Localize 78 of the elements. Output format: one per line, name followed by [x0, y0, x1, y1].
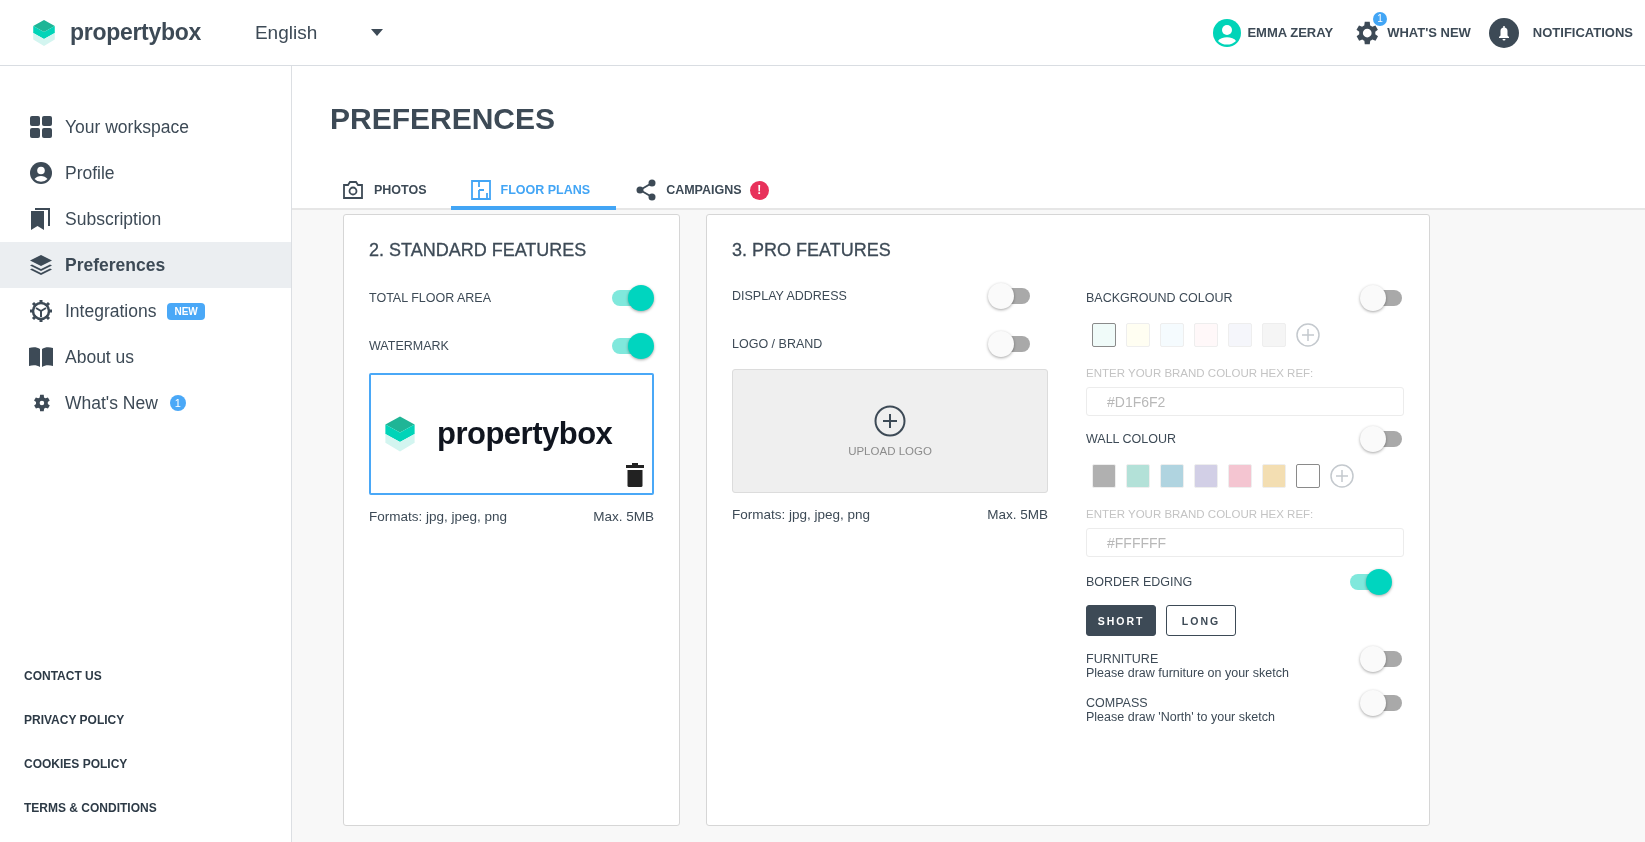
sidebar-item[interactable]: Your workspace	[0, 104, 291, 150]
book-icon	[29, 347, 53, 367]
count-badge: 1	[1373, 11, 1388, 26]
toggle-switch[interactable]	[610, 333, 654, 359]
footer-link[interactable]: COOKIES POLICY	[0, 742, 291, 786]
toggle-switch[interactable]	[1348, 569, 1392, 595]
option-button[interactable]: LONG	[1166, 605, 1236, 636]
logo-text: propertybox	[70, 19, 201, 46]
sidebar-item[interactable]: Subscription	[0, 196, 291, 242]
count-badge: 1	[169, 395, 186, 411]
footer-link[interactable]: PRIVACY POLICY	[0, 698, 291, 742]
card-title: 2. STANDARD FEATURES	[369, 240, 588, 261]
add-icon[interactable]	[1330, 464, 1354, 488]
layers-icon	[29, 255, 53, 275]
formats-text: Formats: jpg, jpeg, png	[732, 507, 871, 522]
camera-icon	[342, 180, 364, 200]
tab[interactable]: CAMPAIGNS !	[624, 174, 785, 210]
toggle-label: TOTAL FLOOR AREA	[369, 291, 492, 305]
page-title: PREFERENCES	[330, 102, 557, 136]
caret-icon	[370, 29, 383, 36]
logo-icon	[30, 18, 58, 47]
notifications-link[interactable]: NOTIFICATIONS	[1532, 25, 1633, 40]
toggle-switch[interactable]	[1360, 690, 1404, 716]
description-text: Please draw furniture on your sketch	[1086, 666, 1290, 680]
gear-icon	[29, 300, 53, 322]
footer-link[interactable]: CONTACT US	[0, 654, 291, 698]
add-icon[interactable]	[1296, 323, 1320, 347]
sidebar-label[interactable]: Profile	[65, 162, 115, 184]
max-size-text: Max. 5MB	[593, 509, 654, 524]
bookmark-icon	[29, 208, 53, 230]
field-label: ENTER YOUR BRAND COLOUR HEX REF:	[1086, 508, 1315, 520]
toggle-label: WALL COLOUR	[1086, 432, 1177, 446]
whats-new-link[interactable]: WHAT'S NEW	[1387, 25, 1471, 40]
toggle-label: BORDER EDGING	[1086, 575, 1193, 589]
sidebar-label[interactable]: Your workspace	[65, 116, 189, 138]
sidebar-label[interactable]: About us	[65, 346, 135, 368]
toggle-label: FURNITURE	[1086, 652, 1159, 666]
toggle-label: LOGO / BRAND	[732, 337, 823, 351]
logo-text: propertybox	[437, 416, 613, 452]
option-button[interactable]: SHORT	[1086, 605, 1156, 636]
sidebar-label[interactable]: What's New	[65, 392, 158, 414]
field-label: ENTER YOUR BRAND COLOUR HEX REF:	[1086, 367, 1315, 379]
sidebar-label[interactable]: Subscription	[65, 208, 162, 230]
upload-label: UPLOAD LOGO	[848, 445, 932, 457]
avatar-icon[interactable]	[1213, 18, 1242, 47]
sidebar-item[interactable]: What's New 1	[0, 380, 291, 426]
toggle-switch[interactable]	[988, 283, 1032, 309]
card-title: 3. PRO FEATURES	[732, 240, 892, 261]
max-size-text: Max. 5MB	[987, 507, 1048, 522]
sidebar-item[interactable]: Integrations NEW	[0, 288, 291, 334]
sidebar-item[interactable]: Preferences	[0, 242, 291, 288]
floor-plan-icon	[470, 180, 491, 200]
toggle-switch[interactable]	[988, 331, 1032, 357]
user-name[interactable]: EMMA ZERAY	[1247, 25, 1334, 40]
formats-text: Formats: jpg, jpeg, png	[369, 509, 508, 524]
toggle-switch[interactable]	[610, 285, 654, 311]
toggle-switch[interactable]	[1360, 646, 1404, 672]
watermark-preview[interactable]: propertybox	[369, 373, 654, 495]
bell-icon[interactable]	[1488, 17, 1519, 48]
sidebar-label[interactable]: Integrations	[65, 300, 157, 322]
sidebar-label[interactable]: Preferences	[65, 254, 166, 276]
alert-badge: !	[749, 180, 769, 200]
share-icon	[636, 179, 657, 201]
toggle-label: DISPLAY ADDRESS	[732, 289, 847, 303]
new-badge: NEW	[167, 302, 205, 320]
toggle-label: COMPASS	[1086, 696, 1148, 710]
person-icon	[29, 162, 53, 184]
trash-icon[interactable]	[626, 463, 644, 487]
sidebar-item[interactable]: Profile	[0, 150, 291, 196]
footer-link[interactable]: TERMS & CONDITIONS	[0, 786, 291, 830]
language-dropdown[interactable]: English	[254, 21, 383, 44]
toggle-label: BACKGROUND COLOUR	[1086, 291, 1233, 305]
add-icon	[874, 405, 906, 437]
description-text: Please draw 'North' to your sketch	[1086, 710, 1276, 724]
toggle-label: WATERMARK	[369, 339, 449, 353]
grid-icon	[29, 116, 53, 138]
sidebar-item[interactable]: About us	[0, 334, 291, 380]
tab[interactable]: PHOTOS	[330, 174, 443, 210]
